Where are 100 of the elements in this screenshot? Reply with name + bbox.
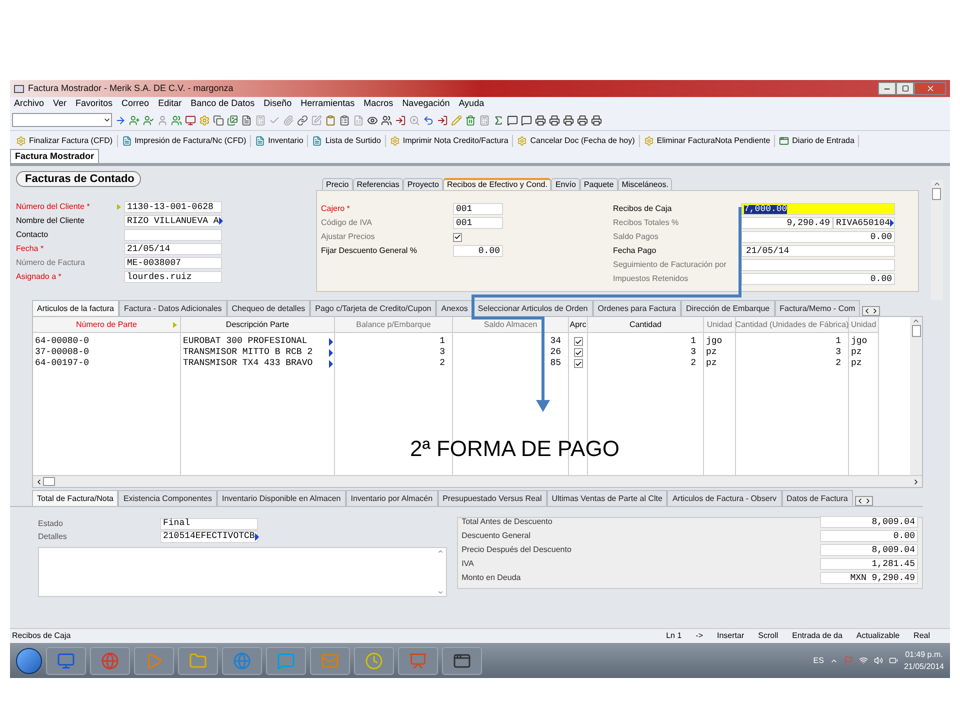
users-icon[interactable] — [381, 114, 392, 126]
column-header[interactable]: Descripción Parte — [181, 317, 334, 333]
input-field[interactable]: RIZO VILLANUEVA A — [124, 215, 222, 227]
tab[interactable]: Paquete — [580, 178, 618, 190]
images-icon[interactable] — [227, 114, 238, 126]
menu-item[interactable]: Banco de Datos — [190, 96, 255, 110]
tab[interactable]: Datos de Factura — [782, 490, 853, 506]
sigma-icon[interactable] — [493, 114, 504, 126]
maximize-button[interactable] — [896, 82, 914, 95]
tab[interactable]: Chequeo de detalles — [226, 300, 310, 316]
scroll-thumb[interactable] — [912, 325, 920, 337]
column-header[interactable]: Cantidad (Unidades de Fábrica) — [736, 317, 848, 333]
column-header[interactable]: Unidad — [704, 317, 735, 333]
menu-item[interactable]: Ayuda — [458, 96, 484, 110]
input-field[interactable]: Final — [160, 518, 258, 530]
input-field[interactable]: 7,000.00 — [741, 203, 895, 215]
menu-item[interactable]: Herramientas — [300, 96, 355, 110]
scroll-up-icon[interactable] — [437, 548, 444, 555]
arrow-icon[interactable] — [115, 114, 126, 126]
total-value[interactable]: 0.00 — [820, 530, 918, 542]
checkbox[interactable] — [574, 359, 582, 368]
input-field[interactable]: lourdes.ruiz — [124, 271, 222, 283]
monitor-icon[interactable] — [185, 114, 196, 126]
command-button[interactable]: Cancelar Doc (Fecha de hoy) — [530, 134, 635, 146]
input-field[interactable]: 210514EFECTIVOTCB — [160, 530, 258, 542]
tab[interactable]: Ultimas Ventas de Parte al Clte — [546, 490, 668, 506]
column-header[interactable]: Aprc — [569, 317, 587, 333]
clipboard-icon[interactable] — [325, 114, 336, 126]
column-header[interactable]: Balance p/Embarque — [335, 317, 452, 333]
paperclip-icon[interactable] — [283, 114, 294, 126]
tab[interactable]: Anexos — [436, 300, 473, 316]
minimize-button[interactable] — [878, 82, 896, 95]
tab[interactable]: Factura - Datos Adicionales — [118, 300, 227, 316]
tab[interactable]: Precio — [322, 178, 353, 190]
user-check-icon[interactable] — [143, 114, 154, 126]
dropdown-field[interactable] — [12, 113, 112, 127]
tab[interactable]: Articulos de la factura — [32, 300, 119, 316]
menu-item[interactable]: Macros — [364, 96, 394, 110]
column-header[interactable]: Número de Parte — [33, 317, 180, 333]
command-button[interactable]: Imprimir Nota Credito/Factura — [402, 134, 508, 146]
checkbox[interactable] — [574, 348, 582, 357]
input-field[interactable]: 1130-13-001-0628 — [124, 201, 222, 213]
scroll-up-icon[interactable] — [912, 317, 920, 325]
tab[interactable]: Inventario por Almacén — [346, 490, 438, 506]
command-button[interactable]: Lista de Surtido — [325, 134, 381, 146]
clock-icon[interactable] — [365, 652, 383, 670]
command-button[interactable]: Diario de Entrada — [792, 134, 854, 146]
tab[interactable]: Misceláneos. — [618, 178, 672, 190]
command-button[interactable]: Impresión de Factura/Nc (CFD) — [134, 134, 246, 146]
tab[interactable]: Inventario Disponible en Almacen — [216, 490, 346, 506]
command-button[interactable]: Finalizar Factura (CFD) — [29, 134, 113, 146]
total-value[interactable]: 8,009.04 — [820, 544, 918, 556]
checkbox[interactable] — [453, 232, 462, 242]
battery-icon[interactable] — [888, 656, 898, 665]
column-header[interactable]: Cantidad — [588, 317, 703, 333]
input-field[interactable]: 001 — [453, 217, 503, 229]
menu-item[interactable]: Editar — [158, 96, 182, 110]
printer-icon[interactable] — [591, 114, 602, 126]
tab[interactable]: Factura/Memo - Com — [774, 300, 860, 316]
calculator-icon[interactable] — [479, 114, 490, 126]
total-value[interactable]: 8,009.04 — [820, 516, 918, 528]
menu-item[interactable]: Favoritos — [76, 96, 113, 110]
total-value[interactable]: MXN 9,290.49 — [820, 572, 918, 584]
input-field[interactable]: ME-0038007 — [124, 257, 222, 269]
input-field[interactable]: RIVA650104 — [833, 217, 895, 229]
input-field[interactable]: 9,290.49 — [741, 217, 833, 229]
user-icon[interactable] — [157, 114, 168, 126]
undo-icon[interactable] — [423, 114, 434, 126]
network-icon[interactable] — [858, 656, 868, 665]
login-icon[interactable] — [395, 114, 406, 126]
clipboard-list-icon[interactable] — [339, 114, 350, 126]
document-icon[interactable] — [241, 114, 252, 126]
menu-item[interactable]: Diseño — [264, 96, 292, 110]
tab[interactable]: Presupuestado Versus Real — [438, 490, 547, 506]
menu-item[interactable]: Correo — [122, 96, 150, 110]
document-tab[interactable]: Factura Mostrador — [10, 149, 100, 163]
scroll-right-icon[interactable] — [912, 478, 920, 486]
scroll-thumb[interactable] — [932, 188, 941, 200]
tab[interactable]: Total de Factura/Nota — [32, 490, 118, 506]
message-icon[interactable] — [507, 114, 518, 126]
input-field[interactable] — [741, 259, 895, 271]
column-header[interactable]: Unidad — [849, 317, 878, 333]
command-button[interactable]: Inventario — [268, 134, 304, 146]
tab[interactable]: Pago c/Tarjeta de Credito/Cupon — [310, 300, 436, 316]
command-button[interactable]: Eliminar FacturaNota Pendiente — [656, 134, 770, 146]
input-field[interactable]: 001 — [453, 203, 503, 215]
menu-item[interactable]: Archivo — [14, 96, 44, 110]
user-plus-icon[interactable] — [129, 114, 140, 126]
input-field[interactable] — [124, 229, 222, 241]
input-field[interactable]: 0.00 — [741, 231, 895, 243]
tab[interactable]: Existencia Componentes — [118, 490, 217, 506]
notes-field[interactable] — [38, 547, 447, 597]
tab[interactable]: Dirección de Embarque — [681, 300, 775, 316]
login-icon[interactable] — [437, 114, 448, 126]
volume-icon[interactable] — [874, 656, 883, 665]
printer-icon[interactable] — [535, 114, 546, 126]
tab-scroll-icon[interactable] — [854, 496, 873, 506]
tab[interactable]: Recibos de Efectivo y Cond. — [442, 178, 552, 190]
scroll-up-icon[interactable] — [932, 180, 940, 188]
printer-icon[interactable] — [563, 114, 574, 126]
